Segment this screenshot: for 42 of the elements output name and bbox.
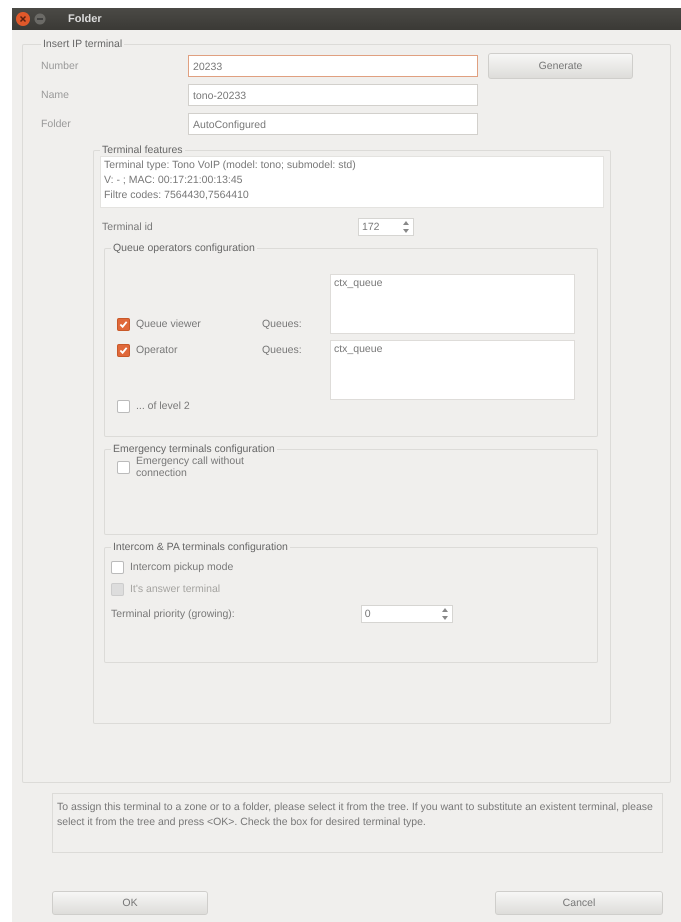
group-title: Insert IP terminal xyxy=(42,38,124,50)
spin-arrows-icon[interactable] xyxy=(440,607,449,621)
checkbox-label: It's answer terminal xyxy=(130,583,220,595)
group-title: Terminal features xyxy=(101,144,184,156)
queues-field[interactable]: ctx_queue xyxy=(330,340,575,400)
info-text: Terminal type: Tono VoIP (model: tono; submodel: std) xyxy=(104,158,357,173)
text-field[interactable]: 20233 xyxy=(188,55,478,77)
field-label: Terminal priority (growing): xyxy=(111,608,235,620)
text-field[interactable]: tono-20233 xyxy=(188,84,478,106)
checkbox[interactable] xyxy=(117,400,130,412)
checkbox[interactable] xyxy=(111,560,124,574)
field-label: Terminal id xyxy=(102,221,153,233)
field-label: Folder xyxy=(41,118,72,130)
text-field[interactable]: AutoConfigured xyxy=(188,113,478,135)
queues-field[interactable]: ctx_queue xyxy=(330,274,575,334)
generate-button[interactable]: Generate xyxy=(488,53,633,79)
info-text: Filtre codes: 7564430,7564410 xyxy=(104,188,250,203)
minimize-icon[interactable] xyxy=(34,13,46,25)
cancel-button[interactable]: Cancel xyxy=(495,891,663,915)
group-title: Queue operators configuration xyxy=(112,242,256,254)
field-label: Number xyxy=(41,60,80,72)
checkbox-label: Emergency call without connection xyxy=(136,455,245,479)
checkbox[interactable] xyxy=(117,318,130,330)
close-icon[interactable] xyxy=(16,12,30,26)
field-label: Queues: xyxy=(262,317,303,332)
terminal-id-spinbox[interactable]: 172 xyxy=(358,218,414,236)
priority-spinbox[interactable]: 0 xyxy=(360,605,453,623)
field-label: Queues: xyxy=(262,343,303,358)
field-label: Name xyxy=(41,89,70,101)
spin-arrows-icon[interactable] xyxy=(402,220,410,234)
checkbox[interactable] xyxy=(117,460,130,474)
checkbox-label: Intercom pickup mode xyxy=(130,561,234,573)
checkbox-label: Operator xyxy=(136,344,178,356)
checkbox-label: Queue viewer xyxy=(136,318,201,330)
info-text: V: - ; MAC: 00:17:21:00:13:45 xyxy=(104,173,244,188)
checkbox[interactable] xyxy=(117,344,130,356)
group-title: Emergency terminals configuration xyxy=(112,443,276,455)
ok-button[interactable]: OK xyxy=(52,891,208,915)
hint-text: To assign this terminal to a zone or to a folder, please select it from the tree. If you want to substitute an existent terminal, please select it from the tree and press <OK>. Check the box for desired terminal type. xyxy=(52,793,663,853)
checkbox-label: ... of level 2 xyxy=(136,400,190,412)
window-title: Folder xyxy=(68,13,102,25)
group-title: Intercom & PA terminals configuration xyxy=(112,541,289,553)
